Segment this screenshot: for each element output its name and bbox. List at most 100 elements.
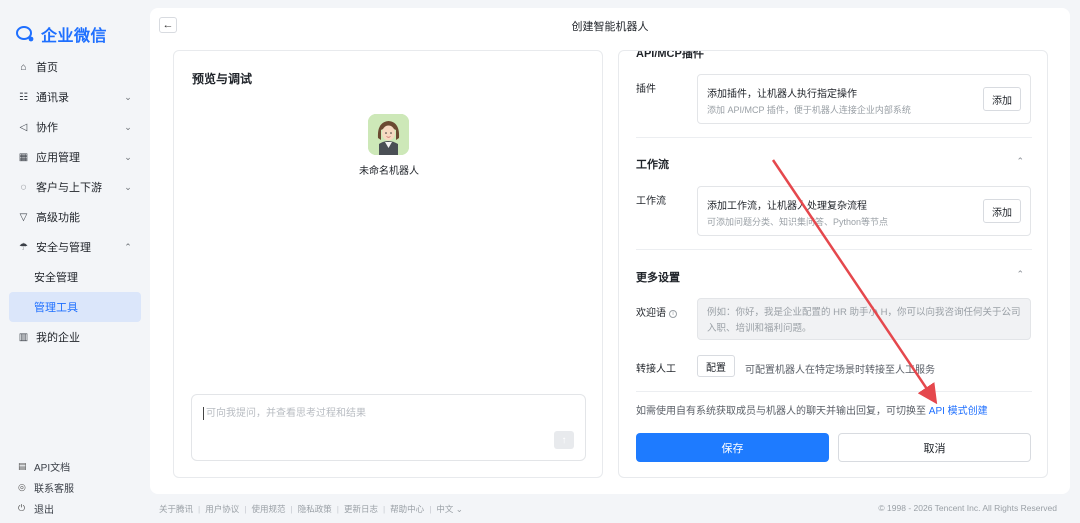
plugin-section-title: API/MCP插件 — [636, 50, 704, 60]
sidebar-item-label: 通讯录 — [36, 92, 69, 104]
footer-link-usage-rules[interactable]: 使用规范 — [251, 503, 285, 515]
footer-links: 关于腾讯 | 用户协议 | 使用规范 | 隐私政策 | 更新日志 | 帮助中心 | 中文 ⌄ — [159, 503, 463, 515]
settings-panel: API/MCP插件 ⌃ 插件 添加插件，让机器人执行指定操作 添加 API/MC… — [618, 50, 1048, 478]
sidebar-item-label: 管理工具 — [34, 302, 78, 314]
sidebar-item-customers[interactable]: ◌ 客户与上下游 ⌄ — [9, 172, 141, 202]
sidebar-item-my-company[interactable]: ▥ 我的企业 — [9, 322, 141, 352]
apps-grid-icon: ▦ — [18, 151, 29, 163]
api-mode-link[interactable]: API 模式创建 — [929, 406, 988, 417]
arrow-up-icon: ↑ — [561, 434, 567, 446]
sidebar-bottom-links: ▤ API文档 ◎ 联系客服 ⏻ 退出 — [18, 456, 74, 519]
sidebar-item-label: 首页 — [36, 62, 58, 74]
bot-avatar-icon — [368, 114, 409, 155]
info-icon[interactable]: i — [669, 310, 677, 318]
handoff-label: 转接人工 — [636, 364, 676, 375]
divider — [636, 249, 1032, 250]
chat-input[interactable]: 可向我提问，并查看思考过程和结果 ↑ — [191, 394, 586, 461]
save-button[interactable]: 保存 — [636, 433, 829, 462]
divider — [636, 391, 1032, 392]
footer-link-privacy[interactable]: 隐私政策 — [298, 503, 332, 515]
sidebar-item-label: 高级功能 — [36, 212, 80, 224]
sidebar-item-collaboration[interactable]: ◁ 协作 ⌄ — [9, 112, 141, 142]
logout-label: 退出 — [34, 505, 54, 516]
sidebar-item-label: 安全与管理 — [36, 242, 91, 254]
divider — [636, 137, 1032, 138]
chat-bubble-icon: ◌ — [20, 181, 27, 193]
bot-avatar[interactable] — [368, 114, 409, 155]
language-selector[interactable]: 中文 ⌄ — [436, 503, 462, 515]
chevron-down-icon: ⌄ — [124, 121, 132, 132]
chevron-up-icon[interactable]: ⌃ — [1016, 269, 1024, 280]
more-settings-title: 更多设置 — [636, 272, 680, 284]
sidebar-subitem-admin-tools[interactable]: 管理工具 — [9, 292, 141, 322]
advanced-icon: ▽ — [19, 211, 28, 223]
workflow-label: 工作流 — [636, 196, 666, 207]
add-workflow-button[interactable]: 添加 — [983, 199, 1021, 223]
footer-separator: | — [336, 504, 339, 514]
plugin-card-title: 添加插件，让机器人执行指定操作 — [707, 89, 857, 100]
workflow-card-desc: 可添加问题分类、知识集问答、Python等节点 — [707, 217, 889, 227]
footer-separator: | — [290, 504, 293, 514]
footer-link-about[interactable]: 关于腾讯 — [159, 503, 193, 515]
brand-name: 企业微信 — [41, 28, 108, 45]
welcome-message-input[interactable]: 例如：你好，我是企业配置的 HR 助手小 H，你可以向我咨询任何关于公司入职、培… — [697, 298, 1031, 340]
contact-support-link[interactable]: ◎ 联系客服 — [18, 477, 74, 498]
wecom-logo-icon — [16, 26, 34, 42]
org-chart-icon: ☷ — [19, 91, 28, 103]
sidebar-item-advanced[interactable]: ▽ 高级功能 — [9, 202, 141, 232]
cancel-button[interactable]: 取消 — [838, 433, 1031, 462]
footer-separator: | — [382, 504, 386, 514]
sidebar: 企业微信 ⌂ 首页 ☷ 通讯录 ⌄ ◁ 协作 ⌄ ▦ 应用管理 ⌄ ◌ 客户与上… — [0, 0, 150, 523]
welcome-label-text: 欢迎语 — [636, 308, 666, 319]
chevron-down-icon: ⌄ — [124, 91, 132, 102]
sidebar-item-label: 应用管理 — [36, 152, 80, 164]
sidebar-item-label: 我的企业 — [36, 332, 80, 344]
page-title: 创建智能机器人 — [571, 21, 649, 33]
preview-title: 预览与调试 — [192, 72, 253, 86]
plugin-label: 插件 — [636, 84, 656, 95]
page-header: ← 创建智能机器人 — [150, 8, 1070, 42]
logout-link[interactable]: ⏻ 退出 — [18, 498, 74, 519]
sidebar-item-label: 客户与上下游 — [36, 182, 102, 194]
sidebar-item-app-management[interactable]: ▦ 应用管理 ⌄ — [9, 142, 141, 172]
api-docs-link[interactable]: ▤ API文档 — [18, 456, 74, 477]
preview-panel: 预览与调试 未命名机器人 可向我提问，并查看思考过程和结果 ↑ — [173, 50, 603, 478]
copyright: © 1998 - 2026 Tencent Inc. All Rights Re… — [878, 503, 1057, 513]
api-mode-note-text: 如需使用自有系统获取成员与机器人的聊天并输出回复，可切换至 — [636, 406, 926, 417]
chat-input-placeholder: 可向我提问，并查看思考过程和结果 — [203, 407, 366, 420]
building-icon: ▥ — [18, 331, 29, 343]
sidebar-item-home[interactable]: ⌂ 首页 — [9, 52, 141, 82]
brand-logo[interactable]: 企业微信 — [16, 22, 107, 46]
plugin-card-desc: 添加 API/MCP 插件，便于机器人连接企业内部系统 — [707, 105, 911, 115]
workflow-card: 添加工作流，让机器人处理复杂流程 可添加问题分类、知识集问答、Python等节点… — [697, 186, 1031, 236]
send-button[interactable]: ↑ — [554, 431, 574, 449]
add-plugin-button[interactable]: 添加 — [983, 87, 1021, 111]
workflow-card-title: 添加工作流，让机器人处理复杂流程 — [707, 201, 867, 212]
configure-handoff-button[interactable]: 配置 — [697, 355, 735, 377]
sidebar-nav: ⌂ 首页 ☷ 通讯录 ⌄ ◁ 协作 ⌄ ▦ 应用管理 ⌄ ◌ 客户与上下游 ⌄ … — [9, 52, 141, 352]
sidebar-item-contacts[interactable]: ☷ 通讯录 ⌄ — [9, 82, 141, 112]
collaboration-icon: ◁ — [19, 121, 28, 133]
sidebar-item-label: 协作 — [36, 122, 58, 134]
footer-separator: | — [244, 504, 247, 514]
sidebar-item-security[interactable]: ☂ 安全与管理 ⌃ — [9, 232, 141, 262]
handoff-description: 可配置机器人在特定场景时转接至人工服务 — [745, 365, 935, 376]
workflow-section-title: 工作流 — [636, 159, 669, 171]
main-panel: ← 创建智能机器人 预览与调试 未命名机器人 可向我提问，并查看思考过程和结果 … — [150, 8, 1070, 494]
plugin-card: 添加插件，让机器人执行指定操作 添加 API/MCP 插件，便于机器人连接企业内… — [697, 74, 1031, 124]
sidebar-subitem-security-management[interactable]: 安全管理 — [9, 262, 141, 292]
headset-icon: ◎ — [18, 482, 26, 492]
chevron-down-icon: ⌄ — [124, 181, 132, 192]
power-icon: ⏻ — [18, 503, 26, 513]
doc-icon: ▤ — [18, 461, 27, 471]
footer-link-user-agreement[interactable]: 用户协议 — [205, 503, 239, 515]
bot-name: 未命名机器人 — [359, 166, 419, 177]
chevron-up-icon[interactable]: ⌃ — [1016, 156, 1024, 167]
home-icon: ⌂ — [20, 61, 27, 73]
chevron-up-icon[interactable]: ⌃ — [1016, 51, 1024, 56]
api-docs-label: API文档 — [34, 463, 71, 474]
footer-link-changelog[interactable]: 更新日志 — [344, 503, 378, 515]
umbrella-icon: ☂ — [19, 241, 28, 253]
sidebar-item-label: 安全管理 — [34, 272, 78, 284]
footer-link-help[interactable]: 帮助中心 — [390, 503, 424, 515]
